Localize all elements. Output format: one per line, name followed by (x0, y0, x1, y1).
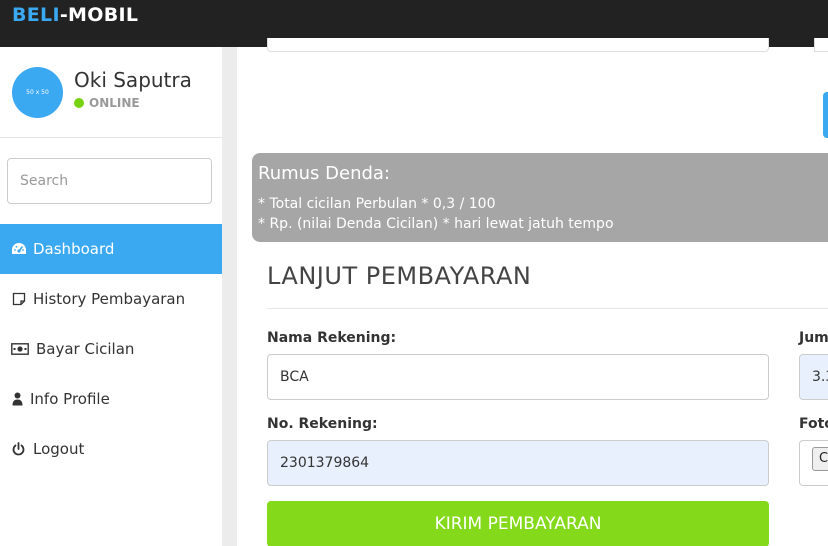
formula-line: * Total cicilan Perbulan * 0,3 / 100 (258, 196, 496, 212)
sidebar-item-logout[interactable]: Logout (0, 424, 222, 474)
power-icon (11, 441, 25, 457)
money-icon (11, 341, 29, 357)
input-field-fragment[interactable] (267, 38, 769, 52)
action-button-fragment[interactable] (823, 92, 828, 138)
submit-payment-button[interactable]: KIRIM PEMBAYARAN (267, 501, 769, 546)
sidebar-item-label: Bayar Cicilan (36, 340, 135, 358)
account-name-label: Nama Rekening: (267, 330, 397, 346)
sidebar-item-history[interactable]: History Pembayaran (0, 274, 222, 324)
sidebar-divider (0, 137, 222, 138)
sidebar-item-label: Logout (33, 440, 85, 458)
sidebar-item-label: Dashboard (33, 240, 115, 258)
search-input[interactable] (7, 158, 212, 204)
amount-label: Jum (799, 330, 828, 346)
brand-accent: BELI (12, 4, 60, 26)
status-label: ONLINE (89, 96, 140, 110)
user-name: Oki Saputra (74, 68, 192, 92)
account-number-input[interactable] (267, 440, 769, 486)
input-field-fragment-right[interactable] (814, 38, 828, 52)
penalty-formula-box: Rumus Denda: * Total cicilan Perbulan * … (252, 153, 828, 242)
formula-title: Rumus Denda: (258, 163, 391, 184)
note-icon (11, 291, 27, 307)
sidebar-item-info-profile[interactable]: Info Profile (0, 374, 222, 424)
user-icon (11, 391, 23, 407)
sidebar-item-label: History Pembayaran (33, 290, 186, 308)
avatar: 50 x 50 (12, 67, 63, 118)
account-number-label: No. Rekening: (267, 416, 378, 432)
account-name-input[interactable] (267, 354, 769, 400)
amount-input[interactable] (799, 354, 828, 400)
formula-line: * Rp. (nilai Denda Cicilan) * hari lewat… (258, 216, 614, 232)
sidebar-item-label: Info Profile (30, 390, 110, 408)
sidebar-item-bayar-cicilan[interactable]: Bayar Cicilan (0, 324, 222, 374)
dashboard-icon (11, 241, 27, 257)
sidebar-gutter (222, 47, 237, 546)
user-status: ONLINE (74, 96, 140, 110)
brand-logo[interactable]: BELI-MOBIL (12, 4, 138, 26)
status-dot-icon (74, 98, 84, 108)
section-divider (267, 308, 828, 309)
sidebar-item-dashboard[interactable]: Dashboard (0, 224, 222, 274)
section-title: LANJUT PEMBAYARAN (267, 262, 532, 290)
brand-rest: -MOBIL (59, 4, 139, 26)
choose-file-button[interactable]: C (812, 447, 828, 471)
photo-label: Foto (799, 416, 828, 432)
